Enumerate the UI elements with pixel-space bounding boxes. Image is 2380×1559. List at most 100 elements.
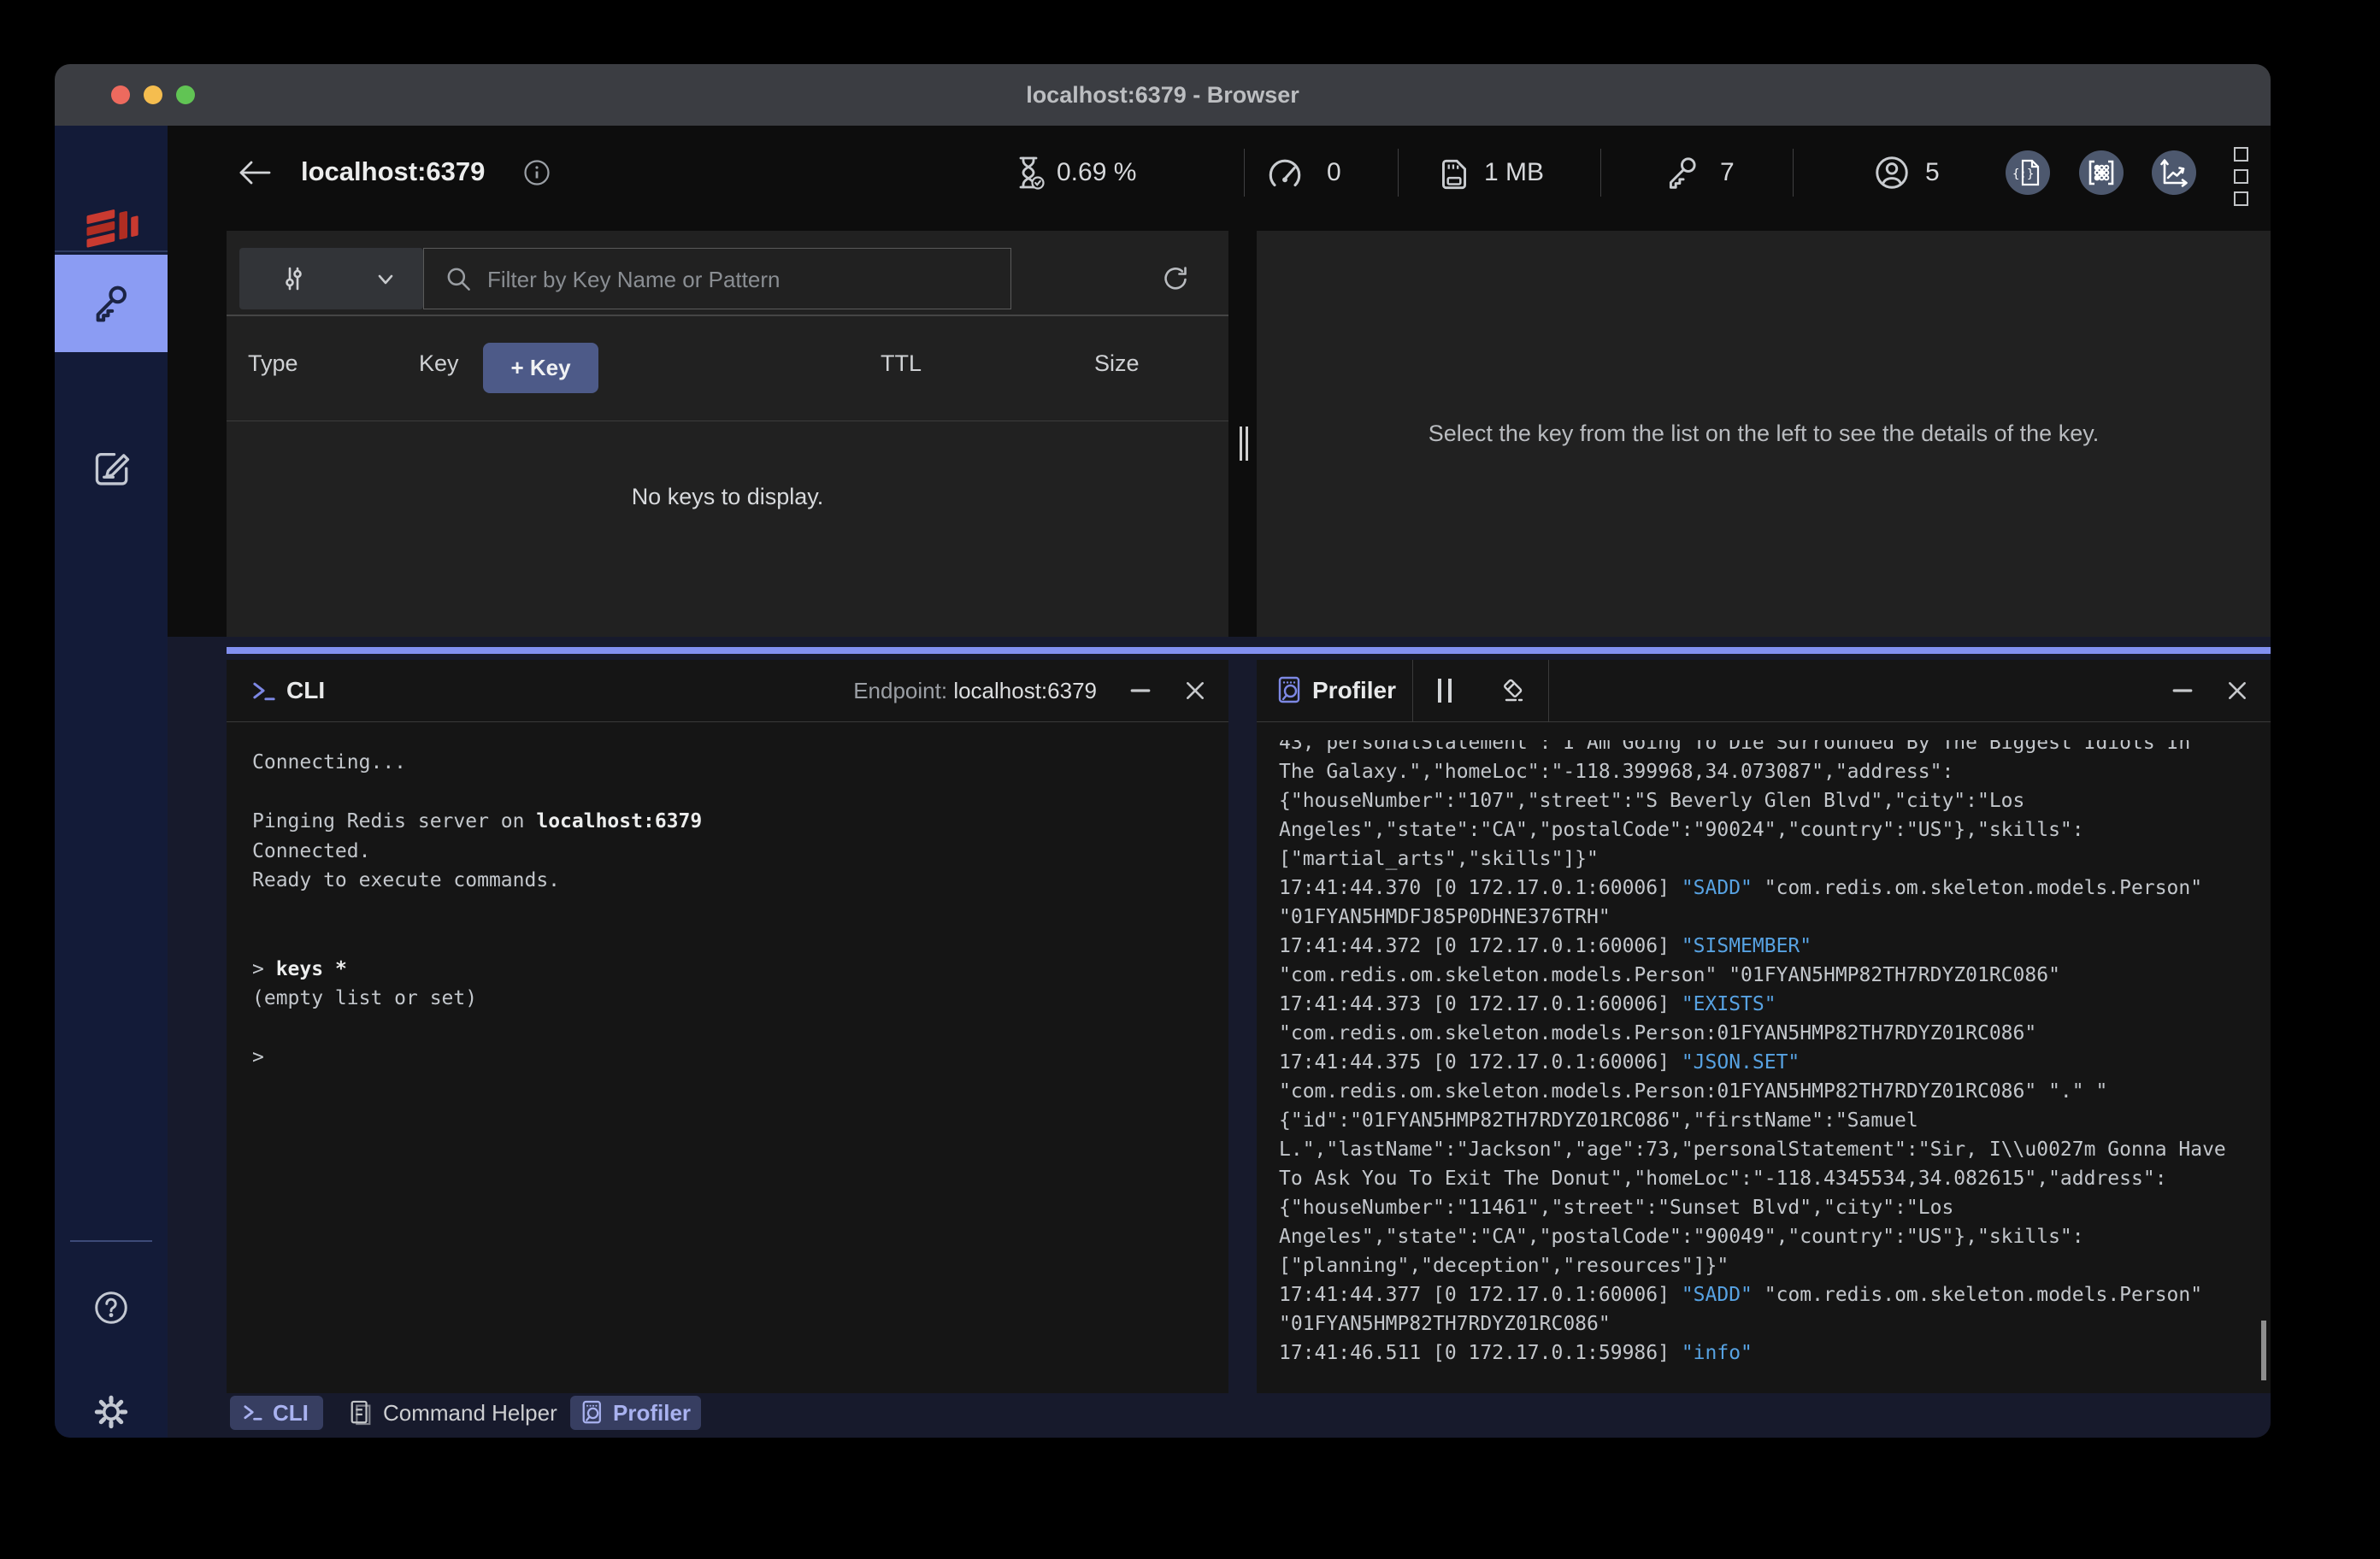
search-icon — [443, 263, 475, 296]
chevron-down-icon — [373, 267, 398, 292]
refresh-icon[interactable] — [1160, 263, 1191, 294]
minimize-icon[interactable] — [2171, 679, 2194, 702]
select-key-message: Select the key from the list on the left… — [1429, 421, 2099, 447]
terminal-line: 17:41:44.373 [0 172.17.0.1:60006] "EXIST… — [1279, 990, 2257, 1019]
tab-profiler[interactable]: Profiler — [570, 1396, 701, 1430]
header-divider — [1412, 660, 1413, 721]
terminal-line: 43,"personalStatement":"I Am Going To Di… — [1279, 740, 2257, 757]
more-menu-button[interactable] — [2234, 147, 2248, 206]
filter-sliders-icon — [278, 263, 309, 294]
key-type-filter-dropdown[interactable] — [239, 248, 423, 309]
keys-panel: Type Key + Key TTL Size No keys to displ… — [227, 231, 1228, 637]
terminal-line: To Ask You To Exit The Donut","homeLoc":… — [1279, 1164, 2257, 1193]
tab-cli[interactable]: CLI — [230, 1396, 323, 1430]
edit-square-icon — [89, 445, 133, 490]
sidebar-item-workbench[interactable] — [55, 419, 168, 516]
profiler-output: 43,"personalStatement":"I Am Going To Di… — [1279, 740, 2257, 1391]
close-icon[interactable] — [1184, 679, 1206, 702]
tab-command-helper-label: Command Helper — [383, 1400, 557, 1427]
terminal-line: Connected. — [252, 837, 1211, 867]
panel-resize-handle[interactable] — [1240, 427, 1248, 461]
close-icon[interactable] — [2226, 679, 2248, 702]
cli-endpoint-value: localhost:6379 — [953, 678, 1097, 703]
terminal-line: "01FYAN5HMDFJ85P0DHNE376TRH" — [1279, 903, 2257, 932]
matrix-command-button[interactable] — [2079, 150, 2124, 195]
user-icon — [1872, 153, 1912, 192]
key-details-panel: Select the key from the list on the left… — [1257, 231, 2271, 637]
bottom-resize-bar[interactable] — [227, 647, 2271, 654]
sidebar-item-settings[interactable] — [55, 1382, 168, 1438]
terminal-line — [252, 896, 1211, 926]
total-keys-value: 7 — [1720, 158, 1735, 187]
pause-icon[interactable] — [1438, 679, 1452, 703]
gear-icon — [91, 1392, 131, 1432]
cli-output: Connecting... Pinging Redis server on lo… — [252, 722, 1211, 1393]
profiler-header: Profiler — [1257, 660, 2271, 722]
ops-per-sec-value: 0 — [1327, 158, 1341, 187]
memory-value: 1 MB — [1484, 158, 1544, 187]
header-divider — [1244, 149, 1245, 197]
window-title: localhost:6379 - Browser — [55, 64, 2271, 126]
terminal-line: "com.redis.om.skeleton.models.Person" "0… — [1279, 961, 2257, 990]
tab-profiler-label: Profiler — [613, 1400, 691, 1427]
cli-endpoint: Endpoint: localhost:6379 — [853, 678, 1097, 704]
header-divider — [1548, 660, 1549, 721]
sidebar-item-browser[interactable] — [55, 255, 168, 352]
terminal-line: 17:41:46.511 [0 172.17.0.1:59986] "info" — [1279, 1338, 2257, 1368]
cli-title: CLI — [286, 677, 325, 704]
terminal-line: {"houseNumber":"107","street":"S Beverly… — [1279, 786, 2257, 815]
terminal-line: "com.redis.om.skeleton.models.Person:01F… — [1279, 1077, 2257, 1106]
info-icon[interactable] — [522, 158, 551, 187]
connected-clients-value: 5 — [1925, 158, 1940, 187]
terminal-line: 17:41:44.370 [0 172.17.0.1:60006] "SADD"… — [1279, 874, 2257, 903]
profiler-scrollbar-thumb[interactable] — [2261, 1321, 2266, 1380]
svg-text:{;}: {;} — [2012, 168, 2034, 181]
terminal-line: Connecting... — [252, 748, 1211, 778]
cli-panel: CLI Endpoint: localhost:6379 Connecting.… — [227, 660, 1228, 1393]
terminal-line: {"id":"01FYAN5HMP82TH7RDYZ01RC086","firs… — [1279, 1106, 2257, 1135]
cpu-usage-value: 0.69 % — [1057, 158, 1136, 187]
terminal-line: ["martial_arts","skills"]}" — [1279, 844, 2257, 874]
terminal-line: {"houseNumber":"11461","street":"Sunset … — [1279, 1193, 2257, 1222]
terminal-prompt-icon — [242, 1403, 264, 1422]
header-divider — [1793, 149, 1794, 197]
terminal-line — [252, 778, 1211, 808]
workbench-json-file-button[interactable]: {;} — [2006, 150, 2050, 195]
terminal-line: The Galaxy.","homeLoc":"-118.399968,34.0… — [1279, 757, 2257, 786]
column-header-key: Key — [419, 350, 459, 377]
sidebar-item-help[interactable] — [55, 1278, 168, 1338]
terminal-line: ["planning","deception","resources"]}" — [1279, 1251, 2257, 1280]
back-button[interactable] — [238, 157, 272, 188]
terminal-line: 17:41:44.372 [0 172.17.0.1:60006] "SISME… — [1279, 932, 2257, 961]
terminal-line: > — [252, 1043, 1211, 1073]
terminal-line: Angeles","state":"CA","postalCode":"9002… — [1279, 815, 2257, 844]
clear-eraser-icon[interactable] — [1498, 675, 1529, 706]
help-icon — [91, 1288, 131, 1327]
terminal-line: (empty list or set) — [252, 984, 1211, 1014]
column-header-type: Type — [248, 350, 298, 377]
terminal-line: "01FYAN5HMP82TH7RDYZ01RC086" — [1279, 1309, 2257, 1338]
minimize-icon[interactable] — [1129, 679, 1152, 702]
terminal-line: 17:41:44.375 [0 172.17.0.1:60006] "JSON.… — [1279, 1048, 2257, 1077]
no-keys-message: No keys to display. — [227, 484, 1228, 510]
add-key-button[interactable]: + Key — [483, 343, 598, 393]
terminal-line — [252, 925, 1211, 955]
sidebar-bottom-divider — [70, 1240, 152, 1242]
terminal-line: Pinging Redis server on localhost:6379 — [252, 807, 1211, 837]
profiler-icon — [582, 1400, 604, 1426]
terminal-line — [252, 1014, 1211, 1044]
terminal-line: > keys * — [252, 955, 1211, 985]
analytics-chart-button[interactable] — [2152, 150, 2196, 195]
terminal-line: Angeles","state":"CA","postalCode":"9004… — [1279, 1222, 2257, 1251]
profiler-panel: Profiler — [1257, 660, 2271, 1393]
panel-divider — [227, 315, 1228, 316]
key-count-icon — [1663, 153, 1702, 192]
tab-cli-label: CLI — [273, 1400, 309, 1427]
app-window: localhost:6379 - Browser — [55, 64, 2271, 1438]
terminal-line: "com.redis.om.skeleton.models.Person:01F… — [1279, 1019, 2257, 1048]
profiler-title: Profiler — [1312, 677, 1396, 704]
tab-command-helper[interactable]: Command Helper — [337, 1396, 557, 1430]
document-icon — [349, 1399, 373, 1427]
terminal-line: 17:41:44.377 [0 172.17.0.1:60006] "SADD"… — [1279, 1280, 2257, 1309]
key-search-input[interactable] — [486, 249, 1002, 310]
